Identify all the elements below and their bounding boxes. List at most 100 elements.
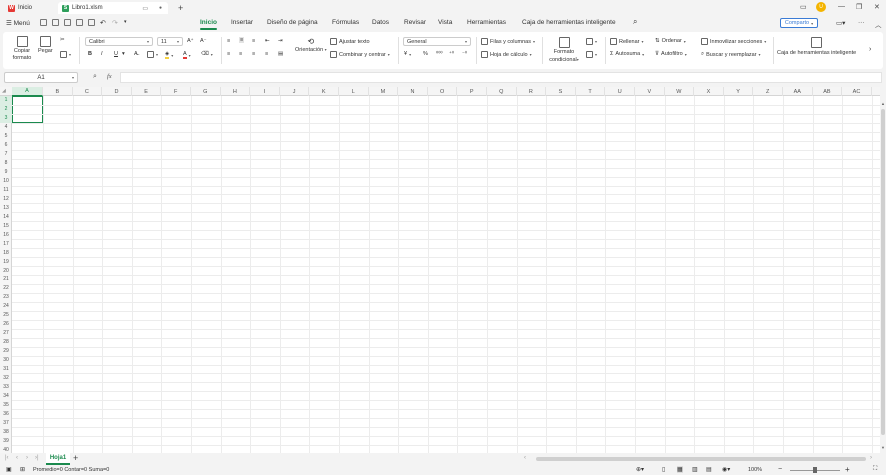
tab-inicio[interactable]: Inicio [200,19,217,30]
align-right-icon[interactable]: ≡ [252,51,255,57]
normal-view-icon[interactable]: ▦ [677,466,683,473]
tab-diseno-pagina[interactable]: Diseño de página [267,19,318,26]
find-replace-button[interactable]: ⌕ Buscar y reemplazar ▾ [701,51,761,58]
horizontal-scroll-thumb[interactable] [536,457,866,461]
row-header[interactable]: 9 [0,168,12,177]
row-header[interactable]: 30 [0,356,12,365]
redo-icon[interactable]: ↷ [112,19,118,27]
paste-button[interactable]: Pegar [38,36,53,54]
zoom-in-icon[interactable]: + [845,465,850,474]
row-header[interactable]: 23 [0,293,12,302]
share-button[interactable]: Comparto ▾ [780,18,818,28]
zoom-out-icon[interactable]: − [778,466,782,473]
home-tab[interactable]: W Inicio [4,2,36,14]
freeze-panes-button[interactable]: Inmovilizar secciones ▾ [701,38,766,45]
column-header[interactable]: E [132,87,162,96]
align-left-icon[interactable]: ≡ [227,51,230,57]
row-header[interactable]: 34 [0,391,12,400]
cell-style-icon[interactable]: ▾ [586,38,597,45]
bold-button[interactable]: B [88,51,92,57]
tab-caja-herramientas[interactable]: Caja de herramientas inteligente [522,19,616,26]
fullscreen-icon[interactable]: ⛶ [873,466,877,473]
row-header[interactable]: 21 [0,275,12,284]
column-header[interactable]: H [221,87,251,96]
column-header[interactable]: T [576,87,606,96]
zoom-formula-icon[interactable]: ⌕ [93,73,97,81]
align-middle-icon[interactable]: ≡ [239,37,245,43]
vertical-scrollbar[interactable]: ▲ ▼ [880,87,886,453]
row-header[interactable]: 31 [0,365,12,374]
sort-button[interactable]: ⇅ Ordenar ▾ [655,38,686,44]
column-header[interactable]: N [398,87,428,96]
collapse-ribbon-icon[interactable]: ︿ [875,19,882,29]
print-preview-icon[interactable] [88,19,95,26]
column-header[interactable]: P [457,87,487,96]
row-header[interactable]: 28 [0,338,12,347]
column-header[interactable]: I [250,87,280,96]
column-header[interactable]: G [191,87,221,96]
print-icon[interactable] [76,19,83,26]
font-color-icon[interactable]: A ▾ [183,51,191,59]
zoom-slider-handle[interactable] [813,467,817,473]
window-tile-icon[interactable]: ▭ [800,3,807,11]
orientation-button[interactable]: ⟲ Orientación ▾ [295,37,327,53]
row-header[interactable]: 11 [0,186,12,195]
row-header[interactable]: 24 [0,302,12,311]
search-icon[interactable]: ⌕ [633,17,637,27]
currency-icon[interactable]: ¥ ▾ [404,51,411,57]
row-header[interactable]: 35 [0,400,12,409]
cut-icon[interactable]: ✂ [60,37,65,43]
protect-icon[interactable]: ⊕▾ [636,466,644,473]
increase-font-icon[interactable]: A⁺ [187,38,194,44]
row-header[interactable]: 14 [0,212,12,221]
row-header[interactable]: 1 [0,96,12,105]
fill-color-icon[interactable]: ◈ ▾ [165,51,173,59]
indent-decrease-icon[interactable]: ⇤ [265,38,270,44]
align-top-icon[interactable]: ≡ [227,38,230,44]
tab-close-dot-icon[interactable]: ● [159,5,162,11]
row-header[interactable]: 22 [0,284,12,293]
row-header[interactable]: 12 [0,194,12,203]
add-sheet-icon[interactable]: + [73,453,78,463]
column-header[interactable]: Z [753,87,783,96]
row-header[interactable]: 32 [0,373,12,382]
row-header[interactable]: 4 [0,123,12,132]
row-header[interactable]: 33 [0,382,12,391]
column-header[interactable]: U [605,87,635,96]
smart-toolbox-button[interactable]: Caja de herramientas inteligente [777,37,856,56]
row-header[interactable]: 15 [0,221,12,230]
ribbon-scroll-right-icon[interactable]: › [869,46,871,53]
macro-icon[interactable]: ⊞ [20,466,25,473]
row-header[interactable]: 19 [0,257,12,266]
justify-icon[interactable]: ≡ [265,51,268,57]
copy-icon[interactable]: ▾ [60,51,71,58]
column-header[interactable]: V [635,87,665,96]
column-header[interactable]: Q [487,87,517,96]
column-header[interactable]: A [12,87,43,96]
decrease-decimal-icon[interactable]: ⁻⁰ [462,51,467,57]
page-break-view-icon[interactable]: ▥ [692,466,698,473]
thousands-icon[interactable]: ⁰⁰⁰ [436,51,443,57]
clear-format-icon[interactable]: ⌫ ▾ [201,51,213,57]
fill-button[interactable]: Rellenar ▾ [610,38,644,45]
fx-icon[interactable]: fx [107,73,112,80]
autofilter-button[interactable]: ⊽ Autofiltro ▾ [655,51,687,57]
avatar[interactable]: U [816,2,826,12]
row-header[interactable]: 2 [0,104,12,114]
row-header[interactable]: 37 [0,418,12,427]
row-header[interactable]: 16 [0,230,12,239]
row-header[interactable]: 17 [0,239,12,248]
row-header[interactable]: 27 [0,329,12,338]
distribute-icon[interactable]: ▤ [278,51,283,57]
selected-cell[interactable] [12,96,43,123]
row-header[interactable]: 29 [0,347,12,356]
column-header[interactable]: B [43,87,73,96]
percent-icon[interactable]: % [423,51,428,57]
column-header[interactable]: F [161,87,191,96]
tab-datos[interactable]: Datos [372,19,389,26]
tab-insertar[interactable]: Insertar [231,19,253,26]
tab-formulas[interactable]: Fórmulas [332,19,359,26]
scroll-down-icon[interactable]: ▼ [881,445,885,450]
page-view-icon[interactable]: ▯ [662,466,665,473]
scroll-thumb[interactable] [881,109,885,435]
